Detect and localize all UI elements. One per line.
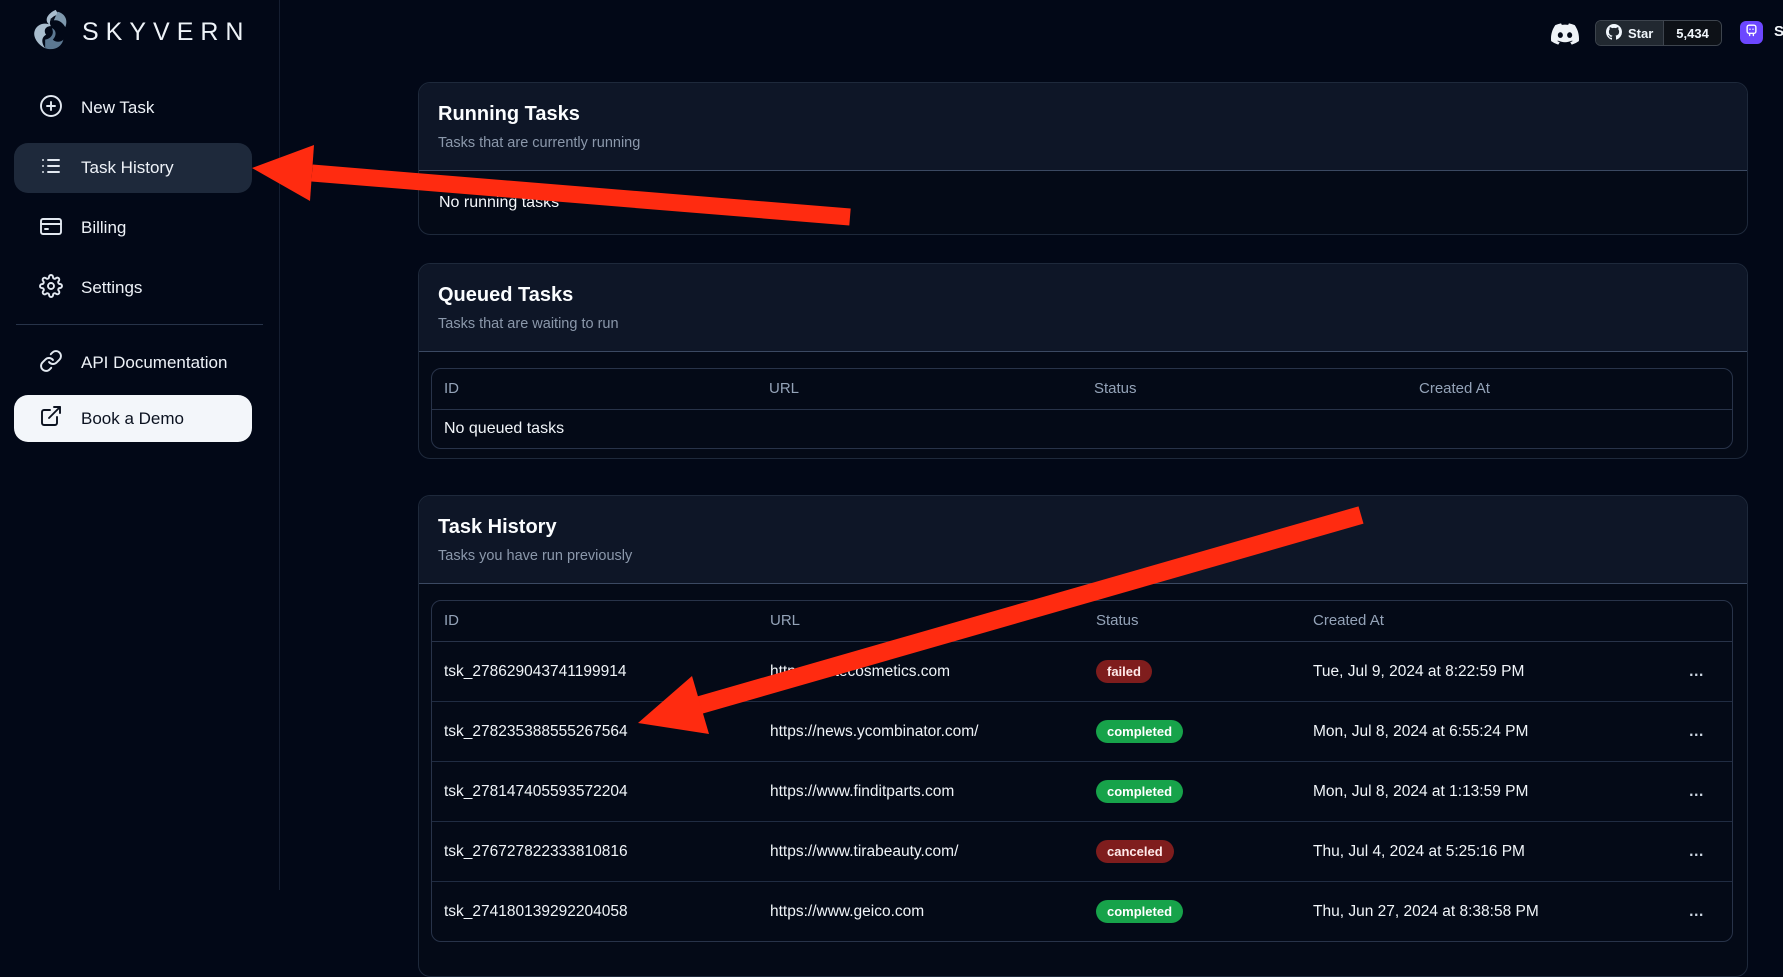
- user-name-partial[interactable]: Sk: [1774, 23, 1783, 40]
- column-header-id: ID: [432, 601, 758, 642]
- sidebar-item-label: New Task: [81, 98, 154, 118]
- github-star-button[interactable]: Star: [1596, 21, 1663, 45]
- card-title: Task History: [438, 516, 1727, 539]
- task-created-at-cell: Thu, Jun 27, 2024 at 8:38:58 PM: [1301, 882, 1601, 942]
- sidebar-item-book-a-demo[interactable]: Book a Demo: [14, 395, 252, 442]
- task-url-cell[interactable]: https://www.geico.com: [758, 882, 1084, 942]
- column-header-actions: [1601, 601, 1732, 642]
- github-star-label: Star: [1628, 26, 1653, 41]
- task-history-card: Task History Tasks you have run previous…: [418, 495, 1748, 977]
- sidebar-item-settings[interactable]: Settings: [14, 263, 252, 313]
- github-icon: [1606, 24, 1622, 43]
- task-url-cell[interactable]: https://tartecosmetics.com: [758, 642, 1084, 702]
- sidebar-divider: [16, 324, 263, 325]
- queued-tasks-card: Queued Tasks Tasks that are waiting to r…: [418, 263, 1748, 459]
- task-url-cell[interactable]: https://news.ycombinator.com/: [758, 702, 1084, 762]
- brand-name: SKYVERN: [82, 18, 250, 47]
- credit-card-icon: [39, 214, 63, 243]
- link-icon: [39, 349, 63, 378]
- sidebar-item-label: API Documentation: [81, 353, 227, 373]
- sidebar-item-label: Settings: [81, 278, 142, 298]
- status-badge: failed: [1096, 660, 1152, 683]
- task-status-cell: canceled: [1084, 822, 1301, 882]
- card-subtitle: Tasks you have run previously: [438, 548, 1727, 565]
- plus-circle-icon: [39, 94, 63, 123]
- task-history-header: Task History Tasks you have run previous…: [419, 496, 1747, 584]
- card-title: Running Tasks: [438, 103, 1727, 126]
- row-actions-ellipsis-button[interactable]: …: [1601, 762, 1732, 822]
- sidebar-item-new-task[interactable]: New Task: [14, 83, 252, 133]
- org-building-icon: [1744, 23, 1759, 43]
- task-id-cell[interactable]: tsk_278629043741199914: [432, 642, 758, 702]
- card-title: Queued Tasks: [438, 284, 1727, 307]
- column-header-id: ID: [432, 369, 757, 410]
- sidebar-item-task-history[interactable]: Task History: [14, 143, 252, 193]
- gear-icon: [39, 274, 63, 303]
- row-actions-ellipsis-button[interactable]: …: [1601, 642, 1732, 702]
- task-id-cell[interactable]: tsk_278147405593572204: [432, 762, 758, 822]
- running-tasks-card: Running Tasks Tasks that are currently r…: [418, 82, 1748, 235]
- card-subtitle: Tasks that are waiting to run: [438, 316, 1727, 333]
- column-header-url: URL: [757, 369, 1082, 410]
- status-badge: completed: [1096, 900, 1183, 923]
- column-header-status: Status: [1084, 601, 1301, 642]
- status-badge: canceled: [1096, 840, 1174, 863]
- external-link-icon: [39, 404, 63, 433]
- queued-tasks-empty: No queued tasks: [432, 410, 1732, 449]
- task-created-at-cell: Thu, Jul 4, 2024 at 5:25:16 PM: [1301, 822, 1601, 882]
- sidebar-item-label: Book a Demo: [81, 409, 184, 429]
- task-id-cell[interactable]: tsk_278235388555267564: [432, 702, 758, 762]
- github-star-widget[interactable]: Star 5,434: [1595, 20, 1722, 46]
- user-avatar[interactable]: [1740, 21, 1763, 44]
- sidebar-item-api-documentation[interactable]: API Documentation: [14, 338, 252, 388]
- task-row[interactable]: tsk_276727822333810816 https://www.tirab…: [432, 822, 1732, 882]
- dragon-logo-icon: [26, 6, 72, 59]
- task-id-cell[interactable]: tsk_276727822333810816: [432, 822, 758, 882]
- column-header-created-at: Created At: [1301, 601, 1601, 642]
- brand-logo[interactable]: SKYVERN: [26, 5, 250, 59]
- sidebar-item-label: Task History: [81, 158, 174, 178]
- status-badge: completed: [1096, 780, 1183, 803]
- task-created-at-cell: Tue, Jul 9, 2024 at 8:22:59 PM: [1301, 642, 1601, 702]
- table-header-row: ID URL Status Created At: [432, 369, 1732, 410]
- column-header-url: URL: [758, 601, 1084, 642]
- queued-tasks-header: Queued Tasks Tasks that are waiting to r…: [419, 264, 1747, 352]
- task-row[interactable]: tsk_278629043741199914 https://tartecosm…: [432, 642, 1732, 702]
- queued-tasks-table: ID URL Status Created At No queued tasks: [431, 368, 1733, 449]
- task-status-cell: completed: [1084, 702, 1301, 762]
- task-created-at-cell: Mon, Jul 8, 2024 at 1:13:59 PM: [1301, 762, 1601, 822]
- sidebar-item-billing[interactable]: Billing: [14, 203, 252, 253]
- card-subtitle: Tasks that are currently running: [438, 135, 1727, 152]
- row-actions-ellipsis-button[interactable]: …: [1601, 882, 1732, 942]
- task-row[interactable]: tsk_274180139292204058 https://www.geico…: [432, 882, 1732, 942]
- running-tasks-empty: No running tasks: [419, 171, 1747, 235]
- task-url-cell[interactable]: https://www.finditparts.com: [758, 762, 1084, 822]
- column-header-status: Status: [1082, 369, 1407, 410]
- row-actions-ellipsis-button[interactable]: …: [1601, 822, 1732, 882]
- skyvern-app: { "brand": { "name": "SKYVERN" }, "sideb…: [0, 0, 1783, 890]
- running-tasks-header: Running Tasks Tasks that are currently r…: [419, 83, 1747, 171]
- empty-row: No queued tasks: [432, 410, 1732, 449]
- column-header-created-at: Created At: [1407, 369, 1732, 410]
- sidebar: SKYVERN New Task Task History Billing Se…: [0, 0, 280, 890]
- task-status-cell: failed: [1084, 642, 1301, 702]
- task-row[interactable]: tsk_278147405593572204 https://www.findi…: [432, 762, 1732, 822]
- table-header-row: ID URL Status Created At: [432, 601, 1732, 642]
- task-row[interactable]: tsk_278235388555267564 https://news.ycom…: [432, 702, 1732, 762]
- task-history-table: ID URL Status Created At tsk_27862904374…: [431, 600, 1733, 942]
- task-created-at-cell: Mon, Jul 8, 2024 at 6:55:24 PM: [1301, 702, 1601, 762]
- sidebar-item-label: Billing: [81, 218, 126, 238]
- status-badge: completed: [1096, 720, 1183, 743]
- list-icon: [39, 154, 63, 183]
- discord-icon[interactable]: [1551, 20, 1579, 48]
- row-actions-ellipsis-button[interactable]: …: [1601, 702, 1732, 762]
- task-status-cell: completed: [1084, 762, 1301, 822]
- task-status-cell: completed: [1084, 882, 1301, 942]
- github-star-count[interactable]: 5,434: [1663, 21, 1721, 45]
- task-url-cell[interactable]: https://www.tirabeauty.com/: [758, 822, 1084, 882]
- task-id-cell[interactable]: tsk_274180139292204058: [432, 882, 758, 942]
